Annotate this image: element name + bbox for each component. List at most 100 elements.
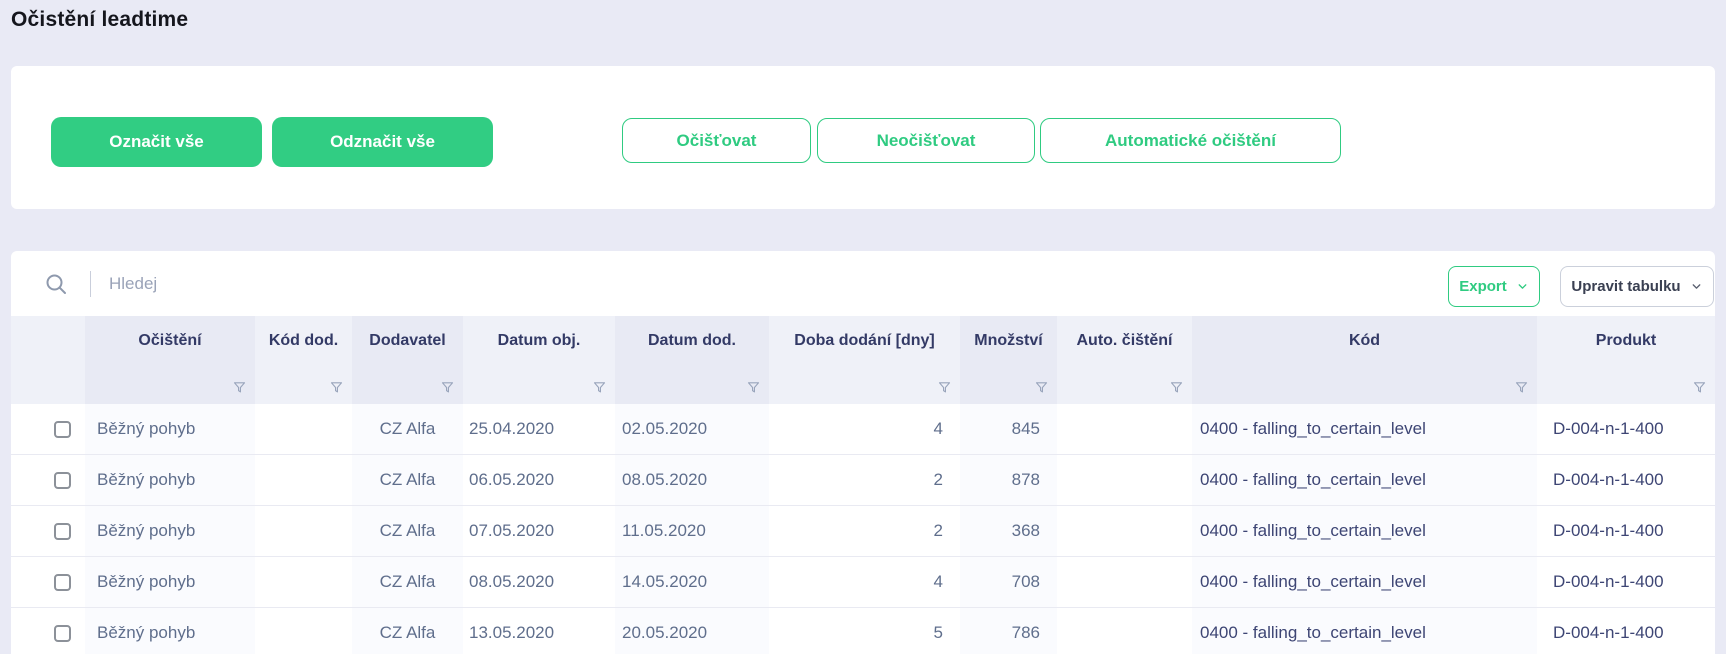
filter-funnel-icon[interactable] bbox=[329, 380, 344, 395]
table-row: Běžný pohybCZ Alfa07.05.202011.05.202023… bbox=[11, 506, 1715, 557]
column-header-mnozstvi: Množství bbox=[960, 316, 1057, 404]
cell-datum_obj: 25.04.2020 bbox=[463, 404, 615, 454]
cell-select bbox=[11, 455, 85, 505]
row-checkbox[interactable] bbox=[54, 625, 71, 642]
cell-datum_dod: 14.05.2020 bbox=[615, 557, 769, 607]
export-button-label: Export bbox=[1459, 278, 1507, 295]
cell-select bbox=[11, 404, 85, 454]
cell-produkt: D-004-n-1-400 bbox=[1537, 608, 1715, 654]
cell-ocisteni: Běžný pohyb bbox=[85, 608, 255, 654]
cell-datum_dod: 20.05.2020 bbox=[615, 608, 769, 654]
column-header-kod: Kód bbox=[1192, 316, 1537, 404]
row-checkbox[interactable] bbox=[54, 574, 71, 591]
row-checkbox[interactable] bbox=[54, 421, 71, 438]
cell-kod_dod bbox=[255, 557, 352, 607]
cell-kod_dod bbox=[255, 506, 352, 556]
cell-doba_dodani: 4 bbox=[769, 557, 960, 607]
cell-select bbox=[11, 506, 85, 556]
cell-kod_dod bbox=[255, 608, 352, 654]
cell-produkt: D-004-n-1-400 bbox=[1537, 506, 1715, 556]
cell-ocisteni: Běžný pohyb bbox=[85, 506, 255, 556]
row-checkbox[interactable] bbox=[54, 472, 71, 489]
cell-auto_cisteni bbox=[1057, 506, 1192, 556]
cell-dodavatel: CZ Alfa bbox=[352, 455, 463, 505]
deselect-all-button[interactable]: Odznačit vše bbox=[272, 117, 493, 167]
filter-funnel-icon[interactable] bbox=[592, 380, 607, 395]
cell-doba_dodani: 4 bbox=[769, 404, 960, 454]
cell-datum_dod: 02.05.2020 bbox=[615, 404, 769, 454]
chevron-down-icon bbox=[1690, 280, 1703, 293]
column-header-label: Datum obj. bbox=[463, 316, 615, 366]
dont-clean-button[interactable]: Neočišťovat bbox=[817, 118, 1035, 163]
table-card: Export Upravit tabulku OčištěníKód dod.D… bbox=[11, 251, 1715, 654]
column-header-label: Produkt bbox=[1537, 316, 1715, 366]
cell-datum_dod: 11.05.2020 bbox=[615, 506, 769, 556]
select-all-button[interactable]: Označit vše bbox=[51, 117, 262, 167]
column-header-datum_obj: Datum obj. bbox=[463, 316, 615, 404]
column-header-label: Auto. čištění bbox=[1057, 316, 1192, 366]
filter-funnel-icon[interactable] bbox=[1034, 380, 1049, 395]
column-header-label: Datum dod. bbox=[615, 316, 769, 366]
filter-funnel-icon[interactable] bbox=[1692, 380, 1707, 395]
column-header-dodavatel: Dodavatel bbox=[352, 316, 463, 404]
cell-ocisteni: Běžný pohyb bbox=[85, 557, 255, 607]
clean-button[interactable]: Očišťovat bbox=[622, 118, 811, 163]
auto-clean-button[interactable]: Automatické očištění bbox=[1040, 118, 1341, 163]
cell-auto_cisteni bbox=[1057, 608, 1192, 654]
cell-kod: 0400 - falling_to_certain_level bbox=[1192, 404, 1537, 454]
search-input[interactable] bbox=[109, 274, 709, 294]
table-row: Běžný pohybCZ Alfa25.04.202002.05.202048… bbox=[11, 404, 1715, 455]
cell-auto_cisteni bbox=[1057, 455, 1192, 505]
cell-ocisteni: Běžný pohyb bbox=[85, 455, 255, 505]
column-header-doba_dodani: Doba dodání [dny] bbox=[769, 316, 960, 404]
column-header-label: Kód dod. bbox=[255, 316, 352, 366]
column-header-label: Kód bbox=[1192, 316, 1537, 366]
table-header-row: OčištěníKód dod.DodavatelDatum obj.Datum… bbox=[11, 316, 1715, 404]
cell-auto_cisteni bbox=[1057, 404, 1192, 454]
cell-datum_obj: 06.05.2020 bbox=[463, 455, 615, 505]
page-title: Očistění leadtime bbox=[11, 8, 188, 32]
cell-doba_dodani: 2 bbox=[769, 455, 960, 505]
cell-kod_dod bbox=[255, 404, 352, 454]
edit-table-button[interactable]: Upravit tabulku bbox=[1560, 266, 1714, 307]
cell-datum_obj: 07.05.2020 bbox=[463, 506, 615, 556]
filter-funnel-icon[interactable] bbox=[937, 380, 952, 395]
table-body: Běžný pohybCZ Alfa25.04.202002.05.202048… bbox=[11, 404, 1715, 654]
cell-select bbox=[11, 608, 85, 654]
filter-funnel-icon[interactable] bbox=[1169, 380, 1184, 395]
export-button[interactable]: Export bbox=[1448, 266, 1540, 307]
column-header-label: Očištění bbox=[85, 316, 255, 366]
row-checkbox[interactable] bbox=[54, 523, 71, 540]
cell-mnozstvi: 845 bbox=[960, 404, 1057, 454]
cell-auto_cisteni bbox=[1057, 557, 1192, 607]
column-header-select bbox=[11, 316, 85, 404]
cell-produkt: D-004-n-1-400 bbox=[1537, 557, 1715, 607]
cell-dodavatel: CZ Alfa bbox=[352, 557, 463, 607]
filter-funnel-icon[interactable] bbox=[232, 380, 247, 395]
cell-dodavatel: CZ Alfa bbox=[352, 608, 463, 654]
cell-dodavatel: CZ Alfa bbox=[352, 506, 463, 556]
filter-funnel-icon[interactable] bbox=[1514, 380, 1529, 395]
column-header-label bbox=[11, 316, 85, 366]
cell-kod: 0400 - falling_to_certain_level bbox=[1192, 557, 1537, 607]
action-toolbar-card: Označit vše Odznačit vše Očišťovat Neoči… bbox=[11, 66, 1715, 209]
column-header-label: Dodavatel bbox=[352, 316, 463, 366]
cell-mnozstvi: 708 bbox=[960, 557, 1057, 607]
cell-mnozstvi: 786 bbox=[960, 608, 1057, 654]
cell-kod: 0400 - falling_to_certain_level bbox=[1192, 506, 1537, 556]
cell-doba_dodani: 5 bbox=[769, 608, 960, 654]
cell-mnozstvi: 368 bbox=[960, 506, 1057, 556]
cell-kod: 0400 - falling_to_certain_level bbox=[1192, 455, 1537, 505]
column-header-label: Množství bbox=[960, 316, 1057, 366]
cell-datum_obj: 08.05.2020 bbox=[463, 557, 615, 607]
edit-table-button-label: Upravit tabulku bbox=[1571, 278, 1680, 295]
table-row: Běžný pohybCZ Alfa06.05.202008.05.202028… bbox=[11, 455, 1715, 506]
cell-ocisteni: Běžný pohyb bbox=[85, 404, 255, 454]
filter-funnel-icon[interactable] bbox=[440, 380, 455, 395]
column-header-auto_cisteni: Auto. čištění bbox=[1057, 316, 1192, 404]
column-header-label: Doba dodání [dny] bbox=[769, 316, 960, 366]
table-row: Běžný pohybCZ Alfa13.05.202020.05.202057… bbox=[11, 608, 1715, 654]
column-header-produkt: Produkt bbox=[1537, 316, 1715, 404]
chevron-down-icon bbox=[1516, 280, 1529, 293]
filter-funnel-icon[interactable] bbox=[746, 380, 761, 395]
